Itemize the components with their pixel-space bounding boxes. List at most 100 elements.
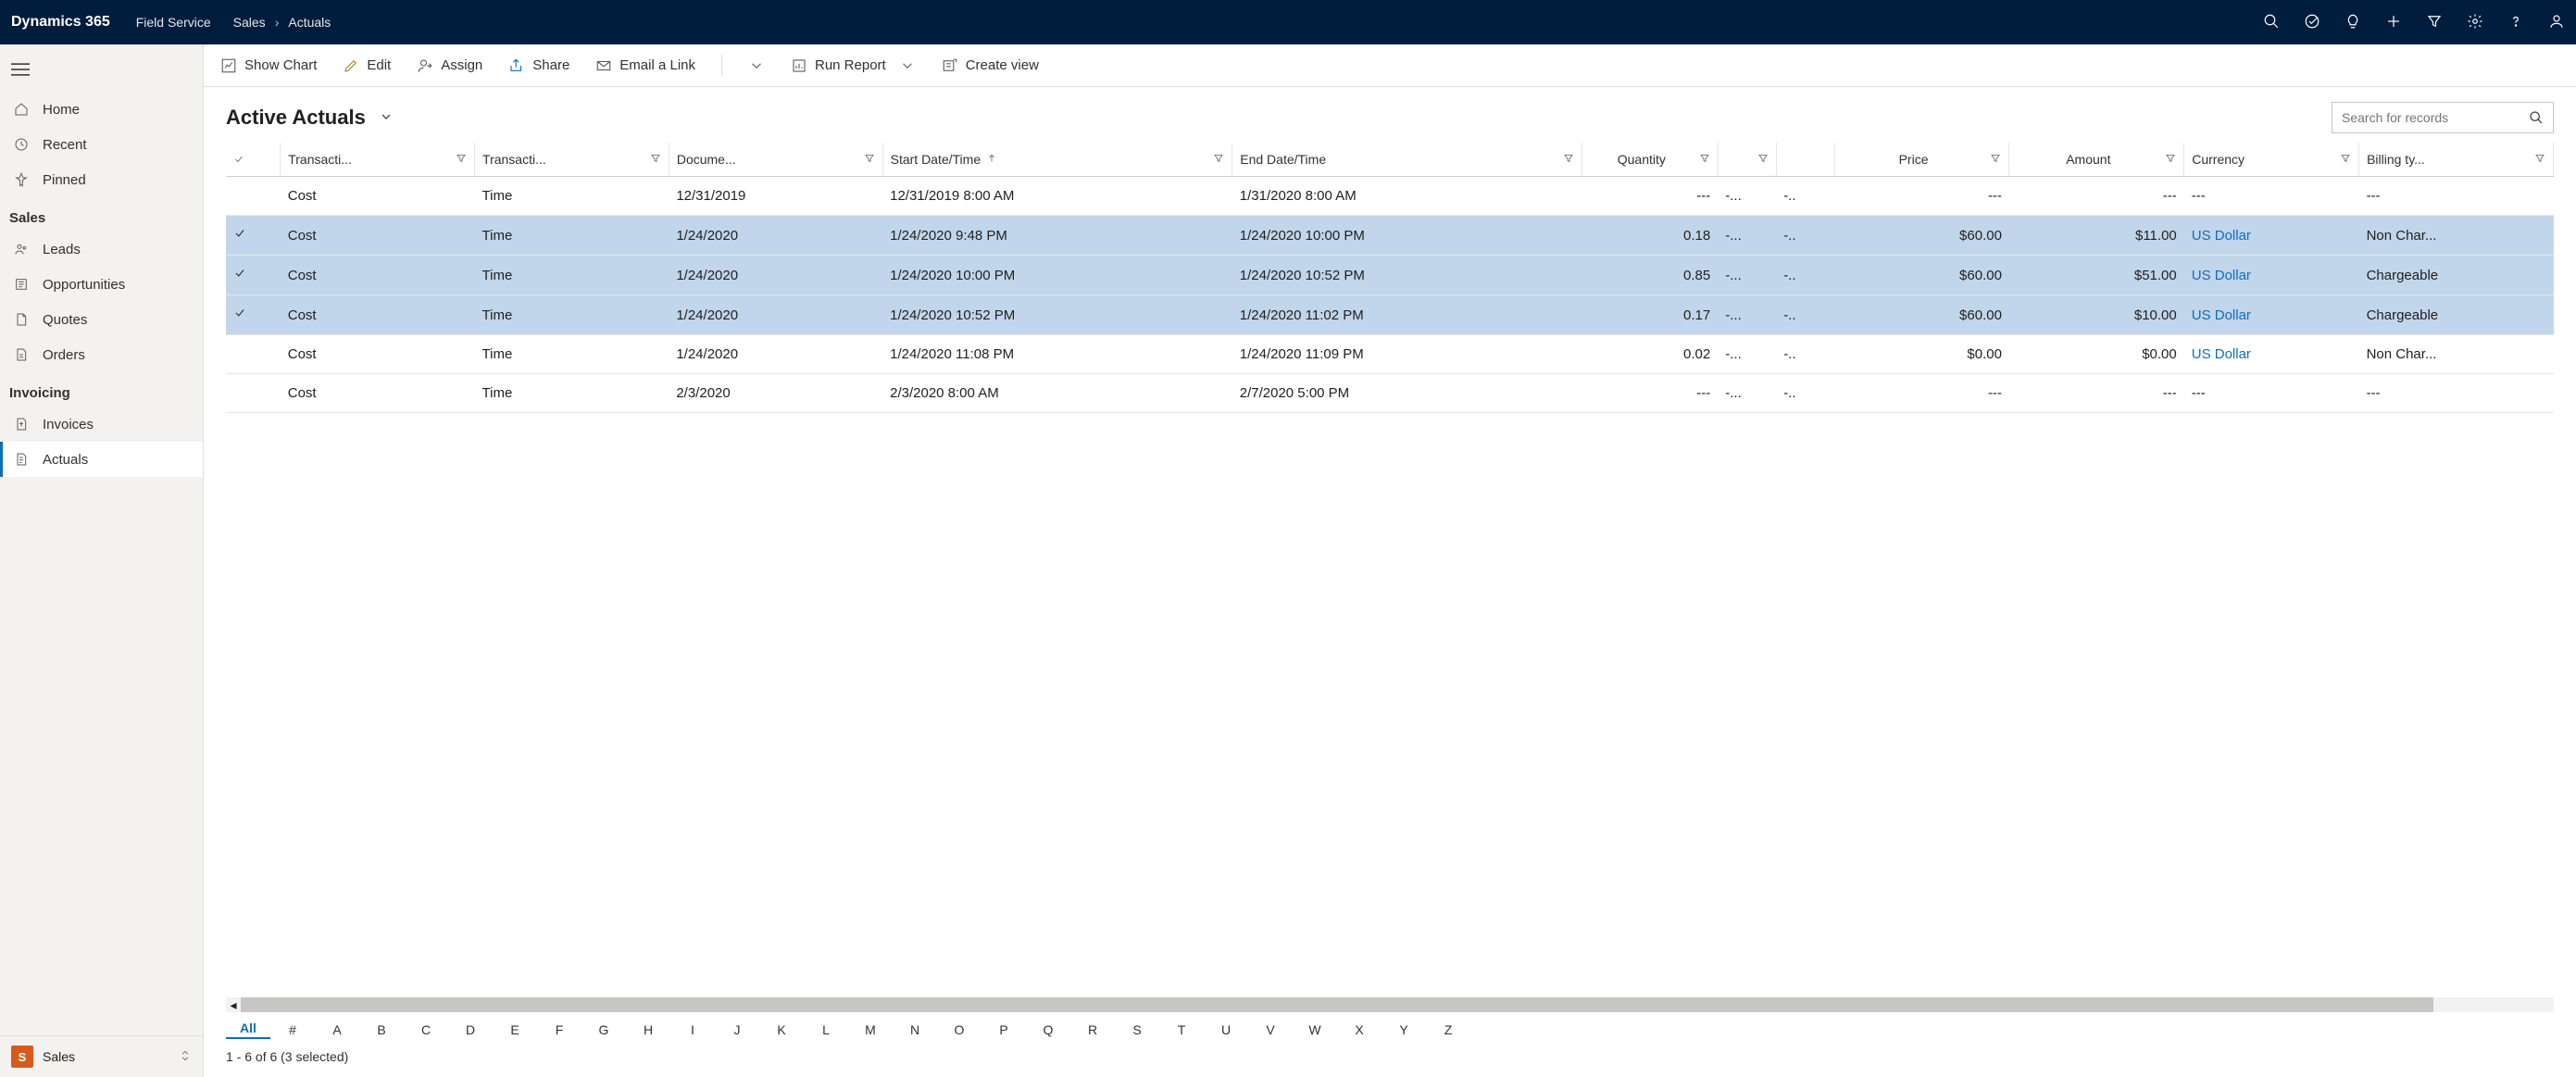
col-document-date[interactable]: Docume... — [669, 143, 882, 177]
col-transaction-type[interactable]: Transacti... — [281, 143, 475, 177]
share-button[interactable]: Share — [508, 57, 569, 74]
alpha-c[interactable]: C — [404, 1022, 448, 1037]
area-switcher[interactable]: S Sales — [0, 1035, 203, 1077]
alpha-d[interactable]: D — [448, 1022, 493, 1037]
alpha-m[interactable]: M — [848, 1022, 893, 1037]
alpha-x[interactable]: X — [1337, 1022, 1382, 1037]
view-selector-dropdown[interactable] — [379, 109, 394, 127]
col-select-all[interactable] — [226, 143, 281, 177]
run-report-button[interactable]: Run Report — [791, 57, 916, 74]
filter-icon[interactable] — [2165, 152, 2176, 167]
alpha-u[interactable]: U — [1204, 1022, 1248, 1037]
alpha-q[interactable]: Q — [1026, 1022, 1070, 1037]
alpha-l[interactable]: L — [804, 1022, 848, 1037]
assign-button[interactable]: Assign — [417, 57, 482, 74]
filter-icon[interactable] — [2426, 13, 2443, 32]
search-records-box[interactable] — [2332, 102, 2554, 133]
sidebar-item-invoices[interactable]: Invoices — [0, 407, 203, 442]
alpha-t[interactable]: T — [1159, 1022, 1204, 1037]
alpha-z[interactable]: Z — [1426, 1022, 1470, 1037]
email-link-button[interactable]: Email a Link — [595, 57, 695, 74]
alpha-f[interactable]: F — [537, 1022, 581, 1037]
cell-currency[interactable]: US Dollar — [2184, 216, 2359, 256]
alpha-h[interactable]: H — [626, 1022, 670, 1037]
filter-icon[interactable] — [1563, 152, 1574, 167]
alpha-y[interactable]: Y — [1382, 1022, 1426, 1037]
alpha-p[interactable]: P — [982, 1022, 1026, 1037]
help-icon[interactable] — [2507, 13, 2524, 32]
alpha-n[interactable]: N — [893, 1022, 937, 1037]
sidebar-item-actuals[interactable]: Actuals — [0, 442, 203, 477]
col-amount[interactable]: Amount — [2009, 143, 2184, 177]
alpha-j[interactable]: J — [715, 1022, 759, 1037]
alpha-r[interactable]: R — [1070, 1022, 1115, 1037]
filter-icon[interactable] — [2534, 152, 2545, 167]
cell-currency[interactable]: --- — [2184, 374, 2359, 413]
alpha-a[interactable]: A — [315, 1022, 359, 1037]
alpha-k[interactable]: K — [759, 1022, 804, 1037]
sidebar-item-quotes[interactable]: Quotes — [0, 302, 203, 337]
col-start-date[interactable]: Start Date/Time — [882, 143, 1232, 177]
create-view-button[interactable]: Create view — [942, 57, 1039, 74]
col-unit1[interactable] — [1718, 143, 1776, 177]
col-quantity[interactable]: Quantity — [1582, 143, 1718, 177]
scroll-left-arrow[interactable]: ◂ — [226, 997, 241, 1012]
search-icon[interactable] — [2263, 13, 2280, 32]
scroll-thumb[interactable] — [241, 997, 2433, 1012]
row-checkbox[interactable] — [226, 177, 281, 216]
filter-icon[interactable] — [1757, 152, 1769, 167]
table-row[interactable]: CostTime1/24/20201/24/2020 10:52 PM1/24/… — [226, 295, 2554, 335]
sidebar-item-leads[interactable]: Leads — [0, 232, 203, 267]
alpha-o[interactable]: O — [937, 1022, 982, 1037]
table-row[interactable]: CostTime1/24/20201/24/2020 11:08 PM1/24/… — [226, 335, 2554, 374]
breadcrumb-root[interactable]: Sales — [233, 15, 266, 30]
table-row[interactable]: CostTime1/24/20201/24/2020 9:48 PM1/24/2… — [226, 216, 2554, 256]
user-icon[interactable] — [2548, 13, 2565, 32]
row-checkbox[interactable] — [226, 374, 281, 413]
filter-icon[interactable] — [864, 152, 875, 167]
filter-icon[interactable] — [650, 152, 661, 167]
row-checkbox[interactable] — [226, 216, 281, 256]
col-unit2[interactable] — [1776, 143, 1834, 177]
filter-icon[interactable] — [456, 152, 467, 167]
alpha-i[interactable]: I — [670, 1022, 715, 1037]
alpha-w[interactable]: W — [1293, 1022, 1337, 1037]
sidebar-item-pinned[interactable]: Pinned — [0, 162, 203, 197]
table-row[interactable]: CostTime12/31/201912/31/2019 8:00 AM1/31… — [226, 177, 2554, 216]
search-input[interactable] — [2342, 110, 2529, 125]
email-link-dropdown[interactable] — [748, 57, 765, 74]
alpha-g[interactable]: G — [581, 1022, 626, 1037]
alpha-v[interactable]: V — [1248, 1022, 1293, 1037]
cell-currency[interactable]: US Dollar — [2184, 256, 2359, 295]
col-billing-type[interactable]: Billing ty... — [2359, 143, 2554, 177]
sidebar-item-orders[interactable]: Orders — [0, 337, 203, 372]
show-chart-button[interactable]: Show Chart — [220, 57, 317, 74]
app-name-label[interactable]: Field Service — [136, 15, 211, 30]
breadcrumb-current[interactable]: Actuals — [288, 15, 331, 30]
horizontal-scrollbar[interactable]: ◂ — [204, 996, 2576, 1013]
alpha-e[interactable]: E — [493, 1022, 537, 1037]
filter-icon[interactable] — [1699, 152, 1710, 167]
row-checkbox[interactable] — [226, 295, 281, 335]
alpha-#[interactable]: # — [270, 1022, 315, 1037]
filter-icon[interactable] — [1213, 152, 1224, 167]
filter-icon[interactable] — [2340, 152, 2351, 167]
col-transaction-class[interactable]: Transacti... — [475, 143, 669, 177]
grid-wrapper[interactable]: Transacti... Transacti... Docume... Star… — [204, 143, 2576, 996]
col-price[interactable]: Price — [1834, 143, 2009, 177]
table-row[interactable]: CostTime2/3/20202/3/2020 8:00 AM2/7/2020… — [226, 374, 2554, 413]
row-checkbox[interactable] — [226, 256, 281, 295]
cell-currency[interactable]: US Dollar — [2184, 335, 2359, 374]
table-row[interactable]: CostTime1/24/20201/24/2020 10:00 PM1/24/… — [226, 256, 2554, 295]
row-checkbox[interactable] — [226, 335, 281, 374]
sidebar-item-home[interactable]: Home — [0, 92, 203, 127]
col-currency[interactable]: Currency — [2184, 143, 2359, 177]
alpha-all[interactable]: All — [226, 1021, 270, 1039]
col-end-date[interactable]: End Date/Time — [1232, 143, 1582, 177]
filter-icon[interactable] — [1990, 152, 2001, 167]
lightbulb-icon[interactable] — [2345, 13, 2361, 32]
task-icon[interactable] — [2304, 13, 2320, 32]
settings-icon[interactable] — [2467, 13, 2483, 32]
add-icon[interactable] — [2385, 13, 2402, 32]
cell-currency[interactable]: US Dollar — [2184, 295, 2359, 335]
